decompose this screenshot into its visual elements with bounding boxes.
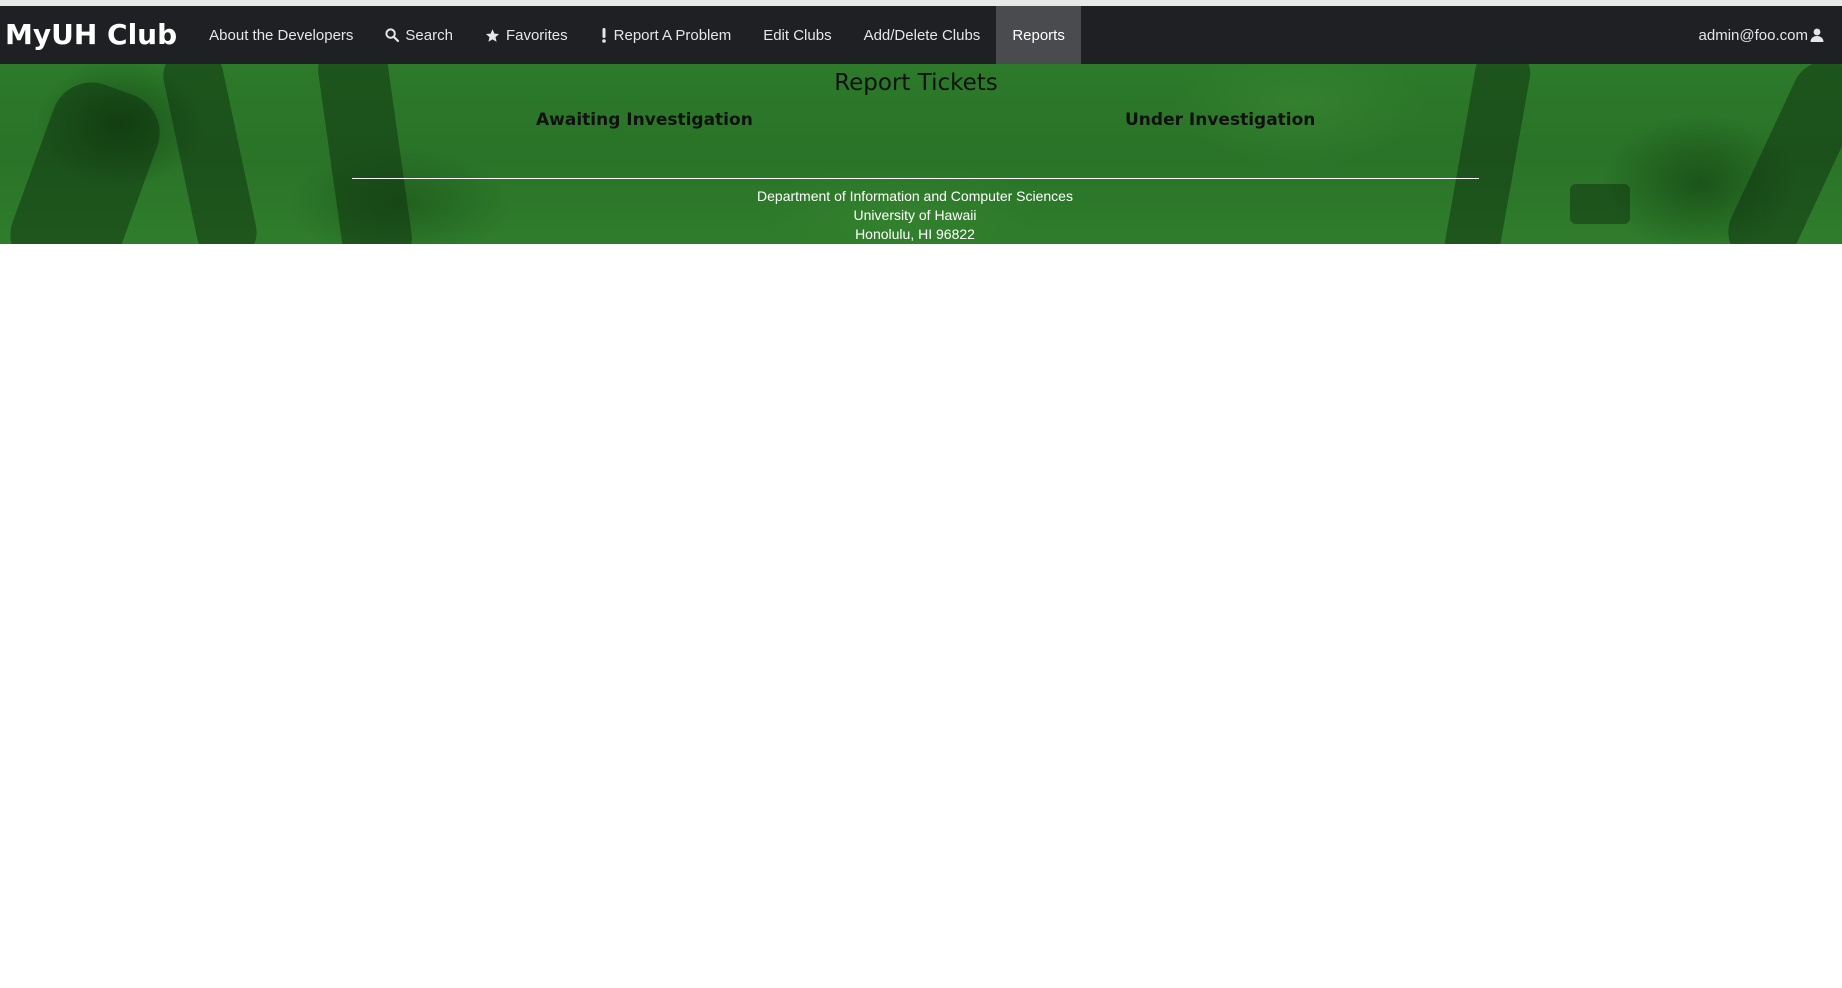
- nav-item-label: Add/Delete Clubs: [863, 26, 981, 44]
- nav-item-search[interactable]: Search: [369, 6, 469, 64]
- footer: Department of Information and Computer S…: [0, 187, 1830, 244]
- nav-item-label: Edit Clubs: [763, 26, 832, 44]
- exclamation-icon: [600, 27, 608, 43]
- nav-item-label: Report A Problem: [613, 26, 732, 44]
- awaiting-investigation-heading: Awaiting Investigation: [536, 110, 753, 130]
- nav-item-report-problem[interactable]: Report A Problem: [584, 6, 748, 64]
- navbar: MyUH Club About the Developers Search Fa…: [0, 6, 1842, 64]
- nav-item-label: Favorites: [505, 26, 568, 44]
- star-icon: [485, 28, 500, 43]
- footer-university: University of Hawaii: [853, 207, 977, 223]
- user-icon: [1810, 28, 1824, 42]
- report-tickets-panel: Report Tickets Awaiting Investigation Un…: [0, 64, 1842, 244]
- user-menu[interactable]: admin@foo.com: [1699, 6, 1824, 64]
- nav-item-edit-clubs[interactable]: Edit Clubs: [747, 6, 847, 64]
- footer-address: Honolulu, HI 96822: [855, 226, 975, 242]
- nav-item-reports[interactable]: Reports: [996, 6, 1081, 64]
- user-email: admin@foo.com: [1698, 26, 1808, 44]
- footer-department: Department of Information and Computer S…: [757, 188, 1073, 204]
- nav-item-about-developers[interactable]: About the Developers: [193, 6, 369, 64]
- nav-item-favorites[interactable]: Favorites: [469, 6, 584, 64]
- nav-item-label: About the Developers: [209, 26, 354, 44]
- under-investigation-heading: Under Investigation: [1125, 110, 1316, 130]
- search-icon: [385, 28, 400, 42]
- nav-menu: About the Developers Search Favorites Re…: [193, 6, 1081, 64]
- page-title: Report Tickets: [834, 70, 998, 96]
- nav-item-add-delete-clubs[interactable]: Add/Delete Clubs: [848, 6, 997, 64]
- footer-divider: [352, 178, 1479, 179]
- nav-item-label: Search: [405, 26, 453, 44]
- nav-item-label: Reports: [1012, 26, 1065, 44]
- brand-logo[interactable]: MyUH Club: [0, 6, 193, 64]
